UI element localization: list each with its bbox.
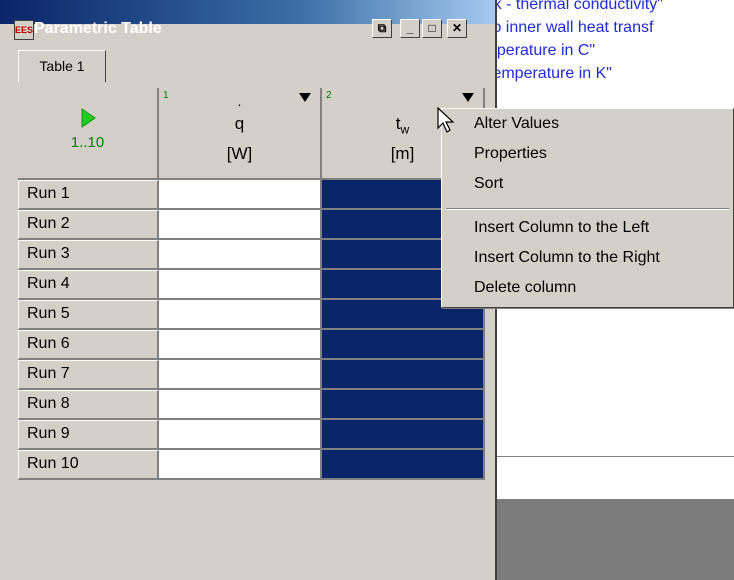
parametric-table-window: EES Parametric Table ⧉ _ □ ✕ Table 1 1..… [0, 0, 497, 580]
column-header-q[interactable]: 1 · q [W] [159, 88, 322, 180]
close-icon: ✕ [451, 21, 463, 35]
clipboard-icon: ⧉ [377, 21, 387, 35]
mouse-cursor-icon [437, 107, 455, 133]
table-cell[interactable] [159, 300, 322, 330]
table-cell[interactable] [159, 360, 322, 390]
dot-accent: · [237, 96, 242, 112]
table-cell-selected[interactable] [322, 450, 485, 480]
table-cell[interactable] [159, 240, 322, 270]
run-range-header[interactable]: 1..10 [18, 88, 159, 180]
window-title: Parametric Table [34, 20, 162, 37]
table-cell-selected[interactable] [322, 330, 485, 360]
menu-item-insert-right[interactable]: Insert Column to the Right [474, 249, 660, 267]
row-header[interactable]: Run 2 [18, 210, 159, 240]
close-button[interactable]: ✕ [447, 19, 467, 38]
minimize-icon: _ [406, 21, 414, 35]
column-number: 2 [326, 90, 332, 101]
maximize-icon: □ [428, 21, 436, 35]
table-cell-selected[interactable] [322, 420, 485, 450]
column-name: q [234, 114, 245, 133]
editor-line: nperature in C" [488, 42, 596, 59]
tab-table-1[interactable]: Table 1 [18, 50, 106, 82]
row-header[interactable]: Run 10 [18, 450, 159, 480]
table-cell[interactable] [159, 210, 322, 240]
column-unit: [W] [226, 144, 253, 163]
ees-app-icon: EES [14, 20, 34, 40]
menu-item-insert-left[interactable]: Insert Column to the Left [474, 219, 649, 237]
table-cell[interactable] [159, 450, 322, 480]
editor-line: to inner wall heat transf [488, 19, 654, 36]
row-header[interactable]: Run 7 [18, 360, 159, 390]
menu-separator [446, 208, 729, 210]
menu-item-alter-values[interactable]: Alter Values [474, 115, 559, 133]
run-range: 1..10 [70, 134, 105, 151]
play-icon[interactable] [18, 108, 157, 133]
table-cell[interactable] [159, 390, 322, 420]
menu-item-delete-column[interactable]: Delete column [474, 279, 576, 297]
menu-item-sort[interactable]: Sort [474, 175, 503, 193]
table-cell-selected[interactable] [322, 390, 485, 420]
column-dropdown-icon[interactable] [461, 92, 475, 104]
row-header[interactable]: Run 4 [18, 270, 159, 300]
row-header[interactable]: Run 1 [18, 180, 159, 210]
table-cell[interactable] [159, 270, 322, 300]
maximize-button[interactable]: □ [422, 19, 442, 38]
minimize-button[interactable]: _ [400, 19, 420, 38]
row-header[interactable]: Run 6 [18, 330, 159, 360]
row-header[interactable]: Run 5 [18, 300, 159, 330]
column-context-menu: Alter Values Properties Sort Insert Colu… [441, 108, 734, 308]
clipboard-button[interactable]: ⧉ [372, 19, 392, 38]
table-cell[interactable] [159, 180, 322, 210]
row-header[interactable]: Run 9 [18, 420, 159, 450]
background-panel [488, 456, 734, 500]
column-subscript: w [400, 122, 410, 137]
table-cell[interactable] [159, 330, 322, 360]
editor-line: "k - thermal conductivity" [488, 0, 663, 13]
editor-line: temperature in K" [488, 65, 612, 82]
background-gray-area [488, 500, 734, 580]
menu-item-properties[interactable]: Properties [474, 145, 547, 163]
row-header[interactable]: Run 8 [18, 390, 159, 420]
row-header[interactable]: Run 3 [18, 240, 159, 270]
table-cell-selected[interactable] [322, 360, 485, 390]
table-cell[interactable] [159, 420, 322, 450]
